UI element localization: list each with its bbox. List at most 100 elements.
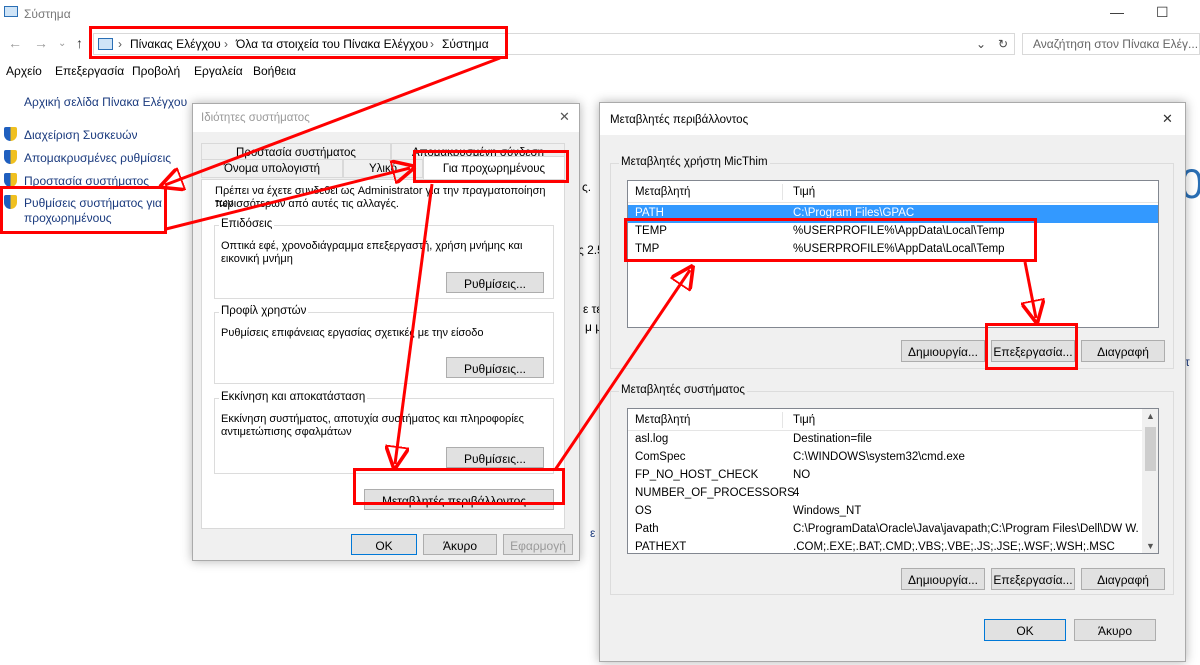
environment-variables-dialog: Μεταβλητές περιβάλλοντος ✕ Μεταβλητές χρ… (599, 102, 1186, 662)
back-icon[interactable]: ← (8, 35, 22, 51)
startup-recovery-label: Εκκίνηση και αποκατάσταση (219, 391, 368, 403)
startup-recovery-settings-button[interactable]: Ρυθμίσεις... (446, 447, 544, 468)
user-delete-button[interactable]: Διαγραφή (1081, 340, 1165, 362)
maximize-icon[interactable]: ☐ (1156, 4, 1169, 21)
computer-icon (4, 6, 18, 17)
control-panel-home-link[interactable]: Αρχική σελίδα Πίνακα Ελέγχου (24, 95, 187, 109)
menu-bar: Αρχείο Επεξεργασία Προβολή Εργαλεία Βοήθ… (0, 62, 1200, 80)
refresh-icon[interactable]: ↻ (998, 37, 1008, 51)
tab-computer-name[interactable]: Όνομα υπολογιστή (201, 159, 343, 178)
table-row[interactable]: PATHEXT .COM;.EXE;.BAT;.CMD;.VBS;.VBE;.JS… (628, 539, 1158, 553)
startup-recovery-desc-2: αντιμετώπισης σφαλμάτων (221, 426, 352, 438)
var-value: 4 (793, 487, 800, 499)
annotation-box-advanced-link (0, 186, 167, 234)
table-row[interactable]: OS Windows_NT (628, 503, 1158, 521)
apply-button[interactable]: Εφαρμογή (503, 534, 573, 555)
address-dropdown-icon[interactable]: ⌄ (976, 37, 986, 51)
var-name: ComSpec (635, 451, 686, 463)
bg-text-fragment: ς. (582, 180, 592, 194)
env-dialog-title: Μεταβλητές περιβάλλοντος (610, 114, 749, 126)
dialog-title: Ιδιότητες συστήματος (201, 112, 310, 124)
system-variables-label: Μεταβλητές συστήματος (619, 384, 747, 396)
var-name: PATHEXT (635, 541, 687, 553)
annotation-box-breadcrumb (89, 26, 508, 59)
var-name: NUMBER_OF_PROCESSORS (635, 487, 795, 499)
column-value[interactable]: Τιμή (793, 186, 815, 198)
performance-desc-2: εικονική μνήμη (221, 253, 293, 265)
up-icon[interactable]: ↑ (76, 35, 83, 51)
annotation-box-edit-button (985, 323, 1078, 370)
table-row[interactable]: NUMBER_OF_PROCESSORS 4 (628, 485, 1158, 503)
user-new-button[interactable]: Δημιουργία... (901, 340, 985, 362)
system-new-button[interactable]: Δημιουργία... (901, 568, 985, 590)
forward-icon[interactable]: → (34, 35, 48, 51)
shield-icon (4, 127, 17, 141)
user-profiles-desc: Ρυθμίσεις επιφάνειας εργασίας σχετικές μ… (221, 327, 484, 339)
close-icon[interactable]: ✕ (559, 109, 570, 125)
user-profiles-label: Προφίλ χρηστών (219, 305, 309, 317)
performance-group: Επιδόσεις Οπτικά εφέ, χρονοδιάγραμμα επε… (214, 218, 554, 299)
annotation-box-advanced-tab (413, 150, 569, 183)
system-delete-button[interactable]: Διαγραφή (1081, 568, 1165, 590)
device-manager-link[interactable]: Διαχείριση Συσκευών (24, 128, 138, 142)
search-input[interactable]: Αναζήτηση στον Πίνακα Ελέγ... (1022, 33, 1200, 55)
system-variables-group: Μεταβλητές συστήματος Μεταβλητή Τιμή asl… (610, 384, 1174, 595)
admin-note-2: περισσότερων από αυτές τις αλλαγές. (215, 198, 399, 210)
tab-hardware[interactable]: Υλικό (343, 159, 423, 178)
menu-file[interactable]: Αρχείο (6, 64, 42, 78)
column-variable[interactable]: Μεταβλητή (635, 414, 690, 426)
menu-tools[interactable]: Εργαλεία (194, 64, 243, 78)
env-cancel-button[interactable]: Άκυρο (1074, 619, 1156, 641)
column-variable[interactable]: Μεταβλητή (635, 186, 690, 198)
close-icon[interactable]: ✕ (1162, 111, 1173, 127)
performance-settings-button[interactable]: Ρυθμίσεις... (446, 272, 544, 293)
var-name: FP_NO_HOST_CHECK (635, 469, 759, 481)
annotation-box-env-button (353, 468, 565, 505)
remote-settings-link[interactable]: Απομακρυσμένες ρυθμίσεις (24, 151, 171, 165)
var-name: OS (635, 505, 652, 517)
scrollbar-thumb[interactable] (1145, 427, 1156, 471)
user-variables-group: Μεταβλητές χρήστη MicThim Μεταβλητή Τιμή… (610, 156, 1174, 369)
system-variables-list[interactable]: Μεταβλητή Τιμή asl.log Destination=file C… (627, 408, 1159, 554)
menu-edit[interactable]: Επεξεργασία (55, 64, 124, 78)
table-row[interactable]: Path C:\ProgramData\Oracle\Java\javapath;… (628, 521, 1158, 539)
menu-view[interactable]: Προβολή (132, 64, 180, 78)
var-value: C:\WINDOWS\system32\cmd.exe (793, 451, 965, 463)
env-ok-button[interactable]: OK (984, 619, 1066, 641)
title-bar: Σύστημα — ☐ (0, 0, 1200, 28)
window-title: Σύστημα (24, 7, 71, 21)
system-edit-button[interactable]: Επεξεργασία... (991, 568, 1075, 590)
column-value[interactable]: Τιμή (793, 414, 815, 426)
ok-button[interactable]: OK (351, 534, 417, 555)
scroll-down-icon[interactable]: ▼ (1146, 541, 1155, 551)
var-value: Windows_NT (793, 505, 862, 517)
bg-text-fragment: ε (590, 526, 596, 540)
table-row[interactable]: FP_NO_HOST_CHECK NO (628, 467, 1158, 485)
shield-icon (4, 150, 17, 164)
var-value: NO (793, 469, 811, 481)
list-header: Μεταβλητή Τιμή (628, 181, 1158, 203)
scrollbar[interactable]: ▲ ▼ (1142, 409, 1158, 553)
scroll-up-icon[interactable]: ▲ (1146, 411, 1155, 421)
var-value: C:\ProgramData\Oracle\Java\javapath;C:\P… (793, 523, 1138, 535)
list-header: Μεταβλητή Τιμή (628, 409, 1158, 431)
var-value: .COM;.EXE;.BAT;.CMD;.VBS;.VBE;.JS;.JSE;.… (793, 541, 1115, 553)
user-profiles-settings-button[interactable]: Ρυθμίσεις... (446, 357, 544, 378)
cancel-button[interactable]: Άκυρο (423, 534, 497, 555)
var-value: Destination=file (793, 433, 872, 445)
recent-chevron-icon[interactable]: ⌄ (58, 38, 66, 49)
startup-recovery-desc: Εκκίνηση συστήματος, αποτυχία συστήματος… (221, 413, 524, 425)
shield-icon (4, 173, 17, 187)
search-placeholder: Αναζήτηση στον Πίνακα Ελέγ... (1033, 37, 1199, 51)
env-dialog-body: Μεταβλητές χρήστη MicThim Μεταβλητή Τιμή… (600, 135, 1185, 661)
minimize-icon[interactable]: — (1110, 4, 1124, 20)
annotation-box-temp-rows (624, 218, 1037, 262)
performance-label: Επιδόσεις (219, 218, 275, 230)
table-row[interactable]: asl.log Destination=file (628, 431, 1158, 449)
table-row[interactable]: ComSpec C:\WINDOWS\system32\cmd.exe (628, 449, 1158, 467)
env-dialog-titlebar: Μεταβλητές περιβάλλοντος ✕ (600, 103, 1185, 135)
performance-desc: Οπτικά εφέ, χρονοδιάγραμμα επεξεργαστή, … (221, 240, 523, 252)
var-name: Path (635, 523, 659, 535)
var-name: asl.log (635, 433, 669, 445)
menu-help[interactable]: Βοήθεια (253, 64, 296, 78)
